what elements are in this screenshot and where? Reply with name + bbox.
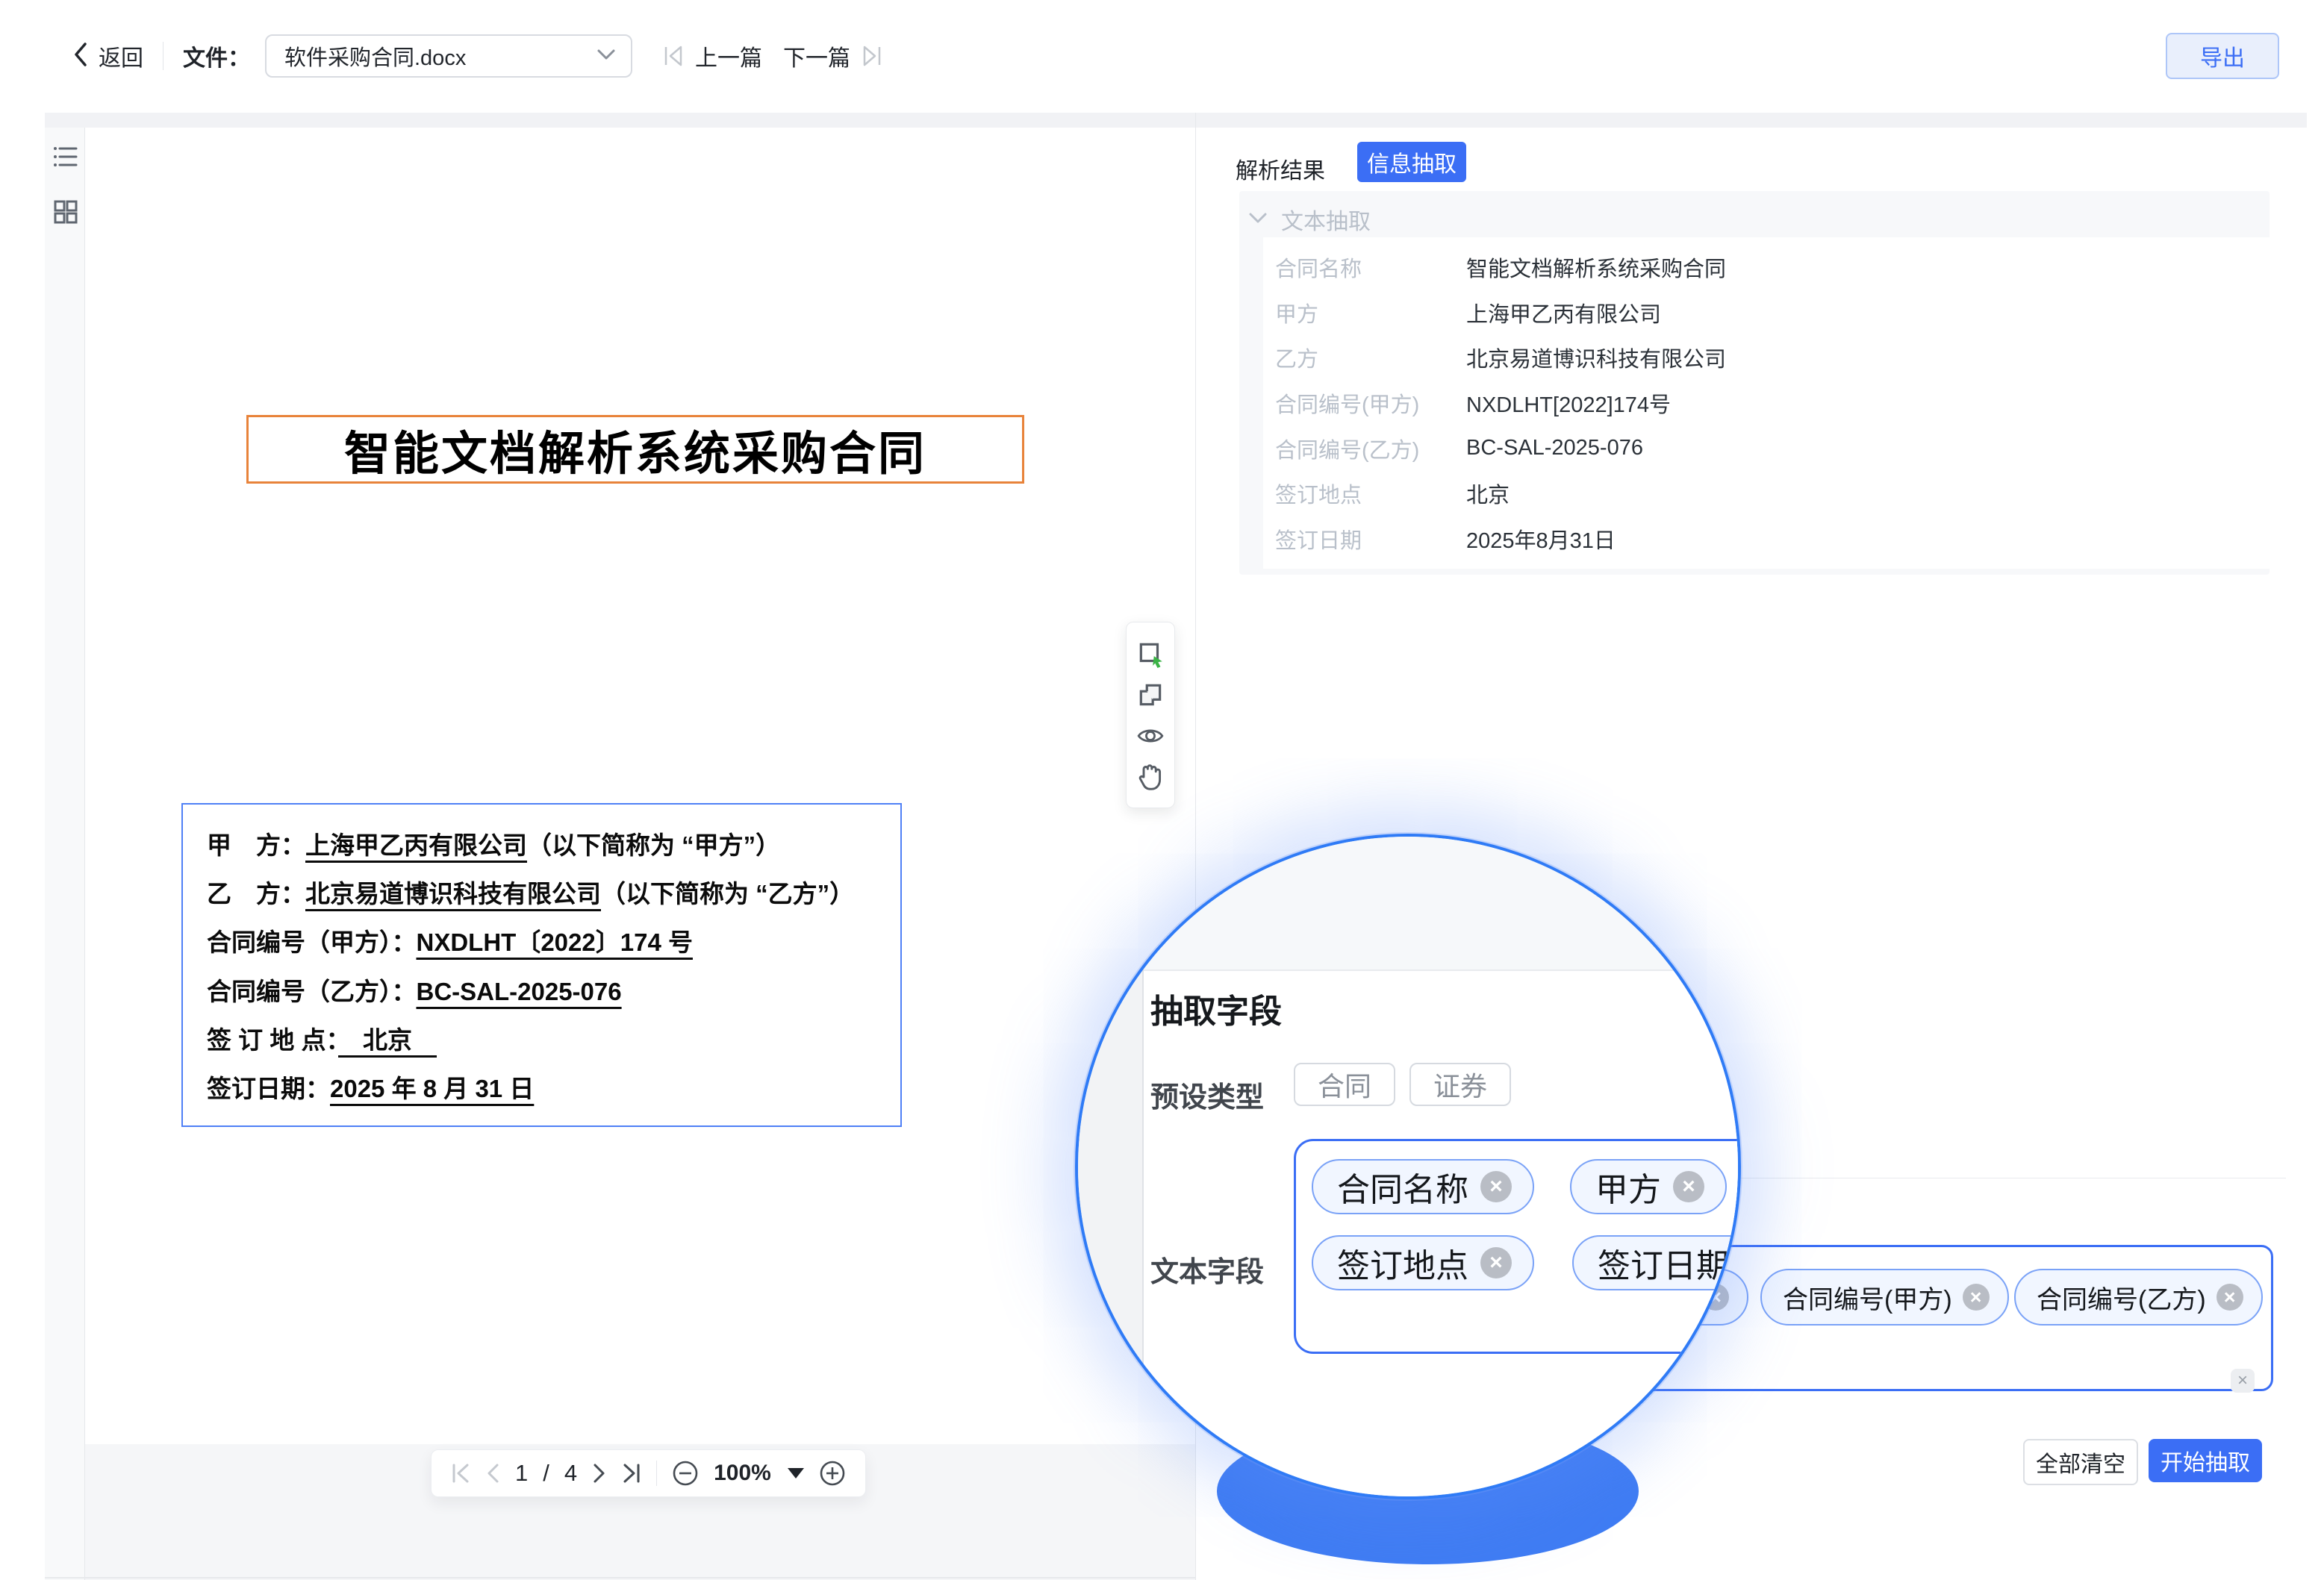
lens-top-zone — [1144, 837, 1738, 969]
preset-type-label: 预设类型 — [1150, 1074, 1264, 1115]
result-row: 甲方上海甲乙丙有限公司 — [1275, 297, 2270, 328]
content-top-band — [45, 113, 2307, 128]
doc-line: 甲 方：上海甲乙丙有限公司（以下简称为 “甲方”） — [207, 825, 876, 861]
prev-doc-button[interactable]: 上一篇 — [695, 40, 762, 72]
doc-nav: 上一篇 下一篇 — [662, 40, 883, 72]
next-doc-button[interactable]: 下一篇 — [783, 40, 850, 72]
start-extract-button[interactable]: 开始抽取 — [2149, 1439, 2262, 1482]
clear-all-button[interactable]: 全部清空 — [2023, 1439, 2138, 1485]
preset-securities-button[interactable]: 证券 — [1409, 1063, 1511, 1106]
current-page[interactable]: 1 — [515, 1460, 528, 1487]
field-tag: 合同名称 — [1312, 1159, 1534, 1214]
result-row: 签订日期2025年8月31日 — [1275, 523, 2270, 555]
doc-line: 签订日期：2025 年 8 月 31 日 — [207, 1069, 876, 1105]
text-fields-label: 文本字段 — [1150, 1249, 1264, 1290]
next-doc-icon[interactable] — [861, 43, 883, 69]
pager-bar: 1 / 4 100% — [431, 1449, 866, 1497]
viewer-bottom-edge — [45, 1577, 1195, 1579]
doc-line: 签 订 地 点： 北京 — [207, 1020, 876, 1056]
select-area-icon[interactable] — [1136, 640, 1165, 668]
field-tag: 签订日期 — [1572, 1235, 1741, 1290]
text-extract-header[interactable]: 文本抽取 — [1248, 203, 1371, 236]
doc-line: 合同编号（乙方）：BC-SAL-2025-076 — [207, 972, 876, 1008]
chevron-down-icon — [1248, 212, 1268, 228]
thumbnails-icon[interactable] — [52, 199, 79, 229]
viewer-sidebar — [45, 128, 85, 1580]
doc-title: 智能文档解析系统采购合同 — [344, 416, 926, 483]
first-page-icon[interactable] — [451, 1462, 470, 1484]
result-row: 合同编号(甲方)NXDLHT[2022]174号 — [1275, 387, 2270, 419]
chevron-left-icon — [72, 41, 90, 72]
extract-fields-title: 抽取字段 — [1150, 984, 1282, 1032]
page-separator: / — [543, 1460, 549, 1487]
remove-tag-icon[interactable] — [1963, 1284, 1990, 1311]
zoom-out-icon[interactable] — [672, 1460, 699, 1487]
copy-area-icon[interactable] — [1136, 681, 1165, 709]
outline-icon[interactable] — [52, 143, 79, 174]
remove-tag-icon[interactable] — [1673, 1171, 1704, 1202]
chevron-down-icon — [596, 49, 616, 64]
prev-doc-icon[interactable] — [662, 43, 685, 69]
doc-title-highlight: 智能文档解析系统采购合同 — [246, 415, 1024, 484]
remove-tag-icon[interactable] — [1480, 1171, 1512, 1202]
remove-tag-icon[interactable] — [2216, 1284, 2243, 1311]
field-tag: 合同编号(乙方) — [2014, 1269, 2263, 1325]
remove-tag-icon[interactable] — [1480, 1247, 1512, 1278]
pan-hand-icon[interactable] — [1136, 763, 1165, 791]
last-page-icon[interactable] — [622, 1462, 641, 1484]
field-tag: 签订地点 — [1312, 1235, 1534, 1290]
document-page — [85, 128, 1195, 1444]
clear-input-icon[interactable] — [2231, 1369, 2255, 1393]
file-select-value: 软件采购合同.docx — [284, 40, 466, 72]
file-label: 文件： — [183, 40, 250, 72]
field-tag: 合同编号(甲方) — [1760, 1269, 2009, 1325]
tab-info-extract[interactable]: 信息抽取 — [1357, 142, 1466, 182]
result-row: 乙方北京易道博识科技有限公司 — [1275, 342, 2270, 373]
doc-parties-block: 甲 方：上海甲乙丙有限公司（以下简称为 “甲方”） 乙 方：北京易道博识科技有限… — [181, 803, 902, 1127]
pager-divider — [656, 1461, 657, 1486]
back-button[interactable]: 返回 — [72, 40, 143, 72]
file-select[interactable]: 软件采购合同.docx — [265, 34, 632, 78]
result-row: 合同名称智能文档解析系统采购合同 — [1275, 252, 2270, 283]
zoom-level[interactable]: 100% — [714, 1461, 771, 1486]
magnifier-lens: 抽取字段 预设类型 合同 证券 文本字段 合同名称 甲方 签订地点 签订日期 — [1075, 834, 1741, 1499]
doc-line: 合同编号（甲方）：NXDLHT〔2022〕174 号 — [207, 922, 876, 958]
export-button[interactable]: 导出 — [2166, 33, 2279, 79]
tab-parse-result[interactable]: 解析结果 — [1236, 152, 1325, 185]
prev-page-icon[interactable] — [485, 1462, 500, 1484]
preset-contract-button[interactable]: 合同 — [1294, 1063, 1395, 1106]
viewer-tool-palette — [1126, 622, 1175, 808]
topbar: 返回 文件： 软件采购合同.docx 上一篇 下一篇 导出 — [0, 0, 2324, 112]
zoom-menu-caret-icon[interactable] — [788, 1468, 804, 1478]
doc-line: 乙 方：北京易道博识科技有限公司（以下简称为 “乙方”） — [207, 874, 876, 910]
lens-left-strip — [1078, 837, 1142, 1496]
zoom-in-icon[interactable] — [819, 1460, 846, 1487]
extract-results-list: 合同名称智能文档解析系统采购合同 甲方上海甲乙丙有限公司 乙方北京易道博识科技有… — [1263, 237, 2270, 569]
preview-eye-icon[interactable] — [1136, 722, 1165, 750]
result-row: 合同编号(乙方)BC-SAL-2025-076 — [1275, 433, 2270, 464]
result-row: 签订地点北京 — [1275, 478, 2270, 509]
back-label: 返回 — [99, 40, 143, 72]
total-pages: 4 — [564, 1460, 577, 1487]
next-page-icon[interactable] — [592, 1462, 607, 1484]
section-title: 文本抽取 — [1281, 203, 1371, 236]
field-tag: 甲方 — [1570, 1159, 1727, 1214]
